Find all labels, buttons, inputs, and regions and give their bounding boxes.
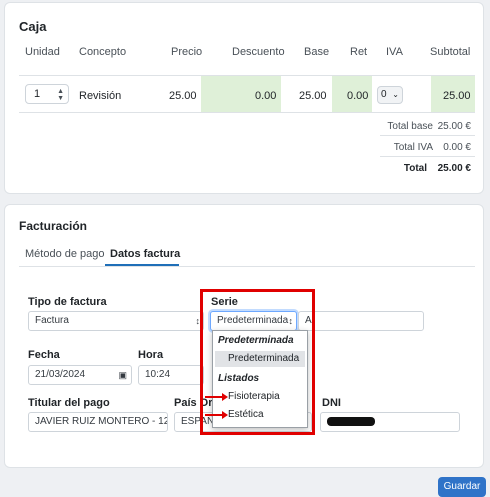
calendar-icon[interactable]: ▣ (118, 366, 127, 384)
ret-value: 0.00 (347, 90, 369, 102)
descuento-value: 0.00 (255, 90, 277, 102)
tab-bar: Método de pago Datos factura (19, 243, 475, 267)
precio-value: 25.00 (169, 90, 197, 102)
caja-title: Caja (19, 19, 47, 34)
hora-input[interactable]: 10:24 (138, 365, 204, 385)
total-value: 25.00 € (437, 163, 471, 174)
fecha-value: 21/03/2024 (35, 369, 86, 380)
redaction-bar (327, 417, 375, 426)
header-unidad: Unidad (25, 46, 60, 58)
header-descuento: Descuento (232, 46, 285, 58)
guardar-button[interactable]: Guardar (438, 477, 486, 497)
annotation-highlight-box (200, 289, 315, 435)
header-ret: Ret (350, 46, 368, 58)
unidad-stepper[interactable]: 1 ▲ ▼ (25, 84, 69, 104)
divider (380, 135, 475, 136)
page: Caja Unidad Concepto Precio Descuento Ba… (0, 0, 490, 497)
unidad-value: 1 (34, 88, 41, 100)
updown-chevron-icon[interactable]: ▲ ▼ (57, 88, 64, 102)
active-tab-indicator (105, 264, 179, 266)
titular-value: JAVIER RUIZ MONTERO - 125 (35, 416, 168, 427)
titular-input[interactable]: JAVIER RUIZ MONTERO - 125 (28, 412, 168, 432)
caja-card: Caja Unidad Concepto Precio Descuento Ba… (4, 2, 484, 194)
divider (380, 156, 475, 157)
subtotal-value: 25.00 (443, 90, 471, 102)
tipo-factura-value: Factura (35, 315, 69, 326)
total-label: Total (403, 163, 427, 174)
concepto-value: Revisión (79, 90, 122, 102)
fecha-input[interactable]: 21/03/2024 ▣ (28, 365, 132, 385)
header-base: Base (304, 46, 330, 58)
tab-datos-factura[interactable]: Datos factura (110, 248, 180, 260)
hora-value: 10:24 (145, 369, 171, 380)
table-row: 1 ▲ ▼ Revisión 25.00 0.00 25.00 0.00 0 ⌄ … (19, 75, 475, 113)
dni-label: DNI (322, 397, 341, 409)
fecha-label: Fecha (28, 349, 60, 361)
header-subtotal: Subtotal (430, 46, 471, 58)
header-precio: Precio (171, 46, 203, 58)
tab-metodo-pago[interactable]: Método de pago (25, 248, 105, 260)
total-base-value: 25.00 € (437, 121, 471, 132)
chevron-down-icon: ⌄ (392, 90, 399, 99)
total-iva-value: 0.00 € (443, 142, 471, 153)
titular-label: Titular del pago (28, 397, 110, 409)
base-value: 25.00 (299, 90, 327, 102)
hora-label: Hora (138, 349, 164, 361)
iva-value: 0 (381, 89, 387, 100)
facturacion-title: Facturación (19, 219, 88, 233)
tipo-factura-label: Tipo de factura (28, 296, 107, 308)
header-iva: IVA (386, 46, 403, 58)
serie-number-field[interactable]: A (298, 311, 424, 331)
tipo-factura-select[interactable]: Factura ↕ (28, 311, 204, 331)
header-concepto: Concepto (79, 46, 127, 58)
iva-select[interactable]: 0 ⌄ (377, 86, 403, 104)
